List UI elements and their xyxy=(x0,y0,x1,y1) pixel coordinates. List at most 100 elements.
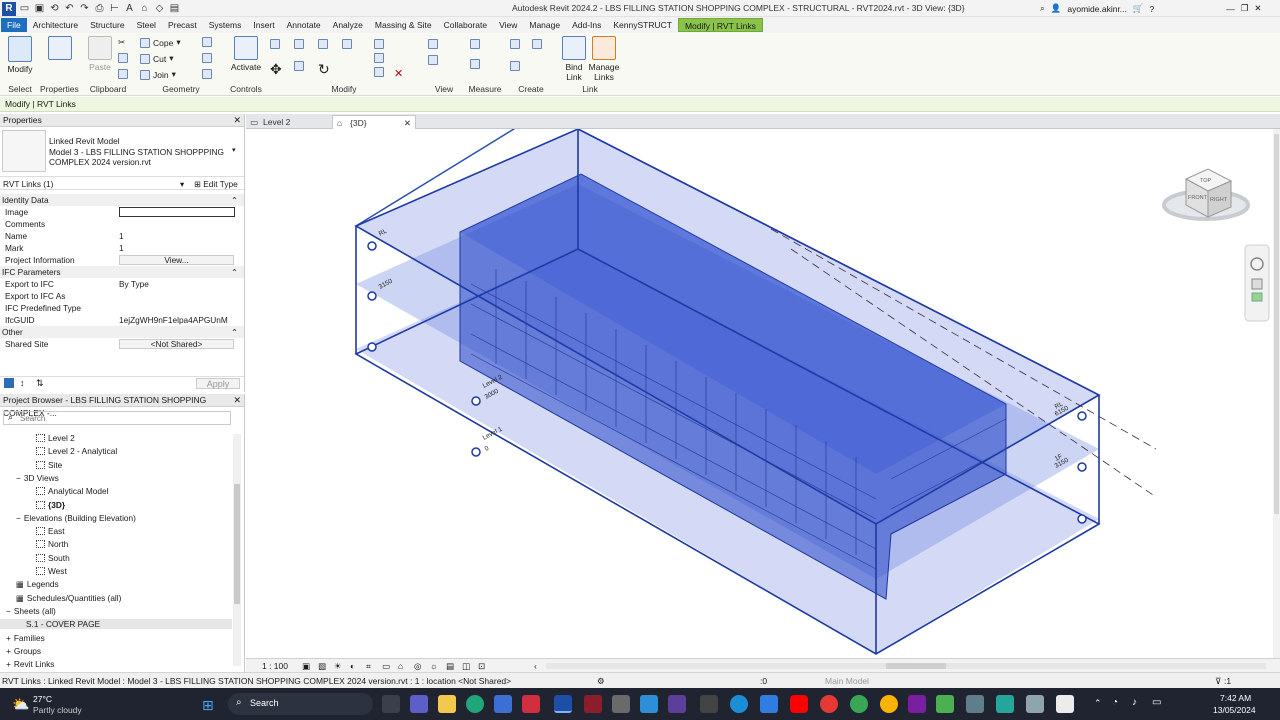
close-icon[interactable]: ✕ xyxy=(404,116,411,130)
browser-search[interactable]: ⌕ xyxy=(3,411,231,425)
chrome-icon[interactable] xyxy=(850,695,868,713)
search-icon[interactable]: ⌕ xyxy=(1040,3,1045,14)
mirror-draw-icon[interactable] xyxy=(342,39,352,49)
recorder-icon[interactable] xyxy=(820,695,838,713)
model-canvas[interactable]: RL 3150 Level 2 3000 Level 1 0 RL 6150 1… xyxy=(246,129,1273,658)
create-part-icon[interactable] xyxy=(510,39,520,49)
clock-date[interactable]: 13/05/2024 xyxy=(1213,705,1256,715)
word-icon[interactable] xyxy=(760,695,778,713)
manage-links-button[interactable]: Manage Links xyxy=(588,36,620,82)
tree-item[interactable]: − Sheets (all) xyxy=(6,606,56,616)
array-icon[interactable] xyxy=(374,53,384,63)
speaker-icon[interactable]: ♪ xyxy=(1132,697,1137,708)
tree-item[interactable]: ▦ Legends xyxy=(16,579,59,589)
close-icon[interactable]: ✕ xyxy=(1254,3,1261,14)
mail-icon[interactable] xyxy=(640,695,658,713)
move-icon[interactable]: ✥ xyxy=(270,61,282,78)
undo-icon[interactable]: ↶ xyxy=(63,2,76,15)
expand-icon[interactable]: + xyxy=(6,633,11,643)
bind-link-button[interactable]: Bind Link xyxy=(560,36,588,82)
collapse-icon[interactable]: − xyxy=(6,606,11,616)
app-3-icon[interactable] xyxy=(936,695,954,713)
dimension-icon[interactable] xyxy=(470,59,480,69)
crop-icon[interactable]: ⌗ xyxy=(366,661,371,672)
teams-icon[interactable] xyxy=(410,695,428,713)
cut-tool-icon[interactable]: ✂ xyxy=(118,37,125,48)
geometry-tool-3[interactable] xyxy=(202,69,212,79)
sort-az-icon[interactable]: ↕ xyxy=(20,378,25,388)
wifi-icon[interactable]: ◔ xyxy=(1112,697,1118,708)
app-icon[interactable] xyxy=(612,695,630,713)
taskbar-search[interactable]: ⌕ Search xyxy=(228,693,373,715)
edge-2-icon[interactable] xyxy=(730,695,748,713)
tree-item[interactable]: East xyxy=(36,526,65,536)
minimize-icon[interactable]: — xyxy=(1226,4,1235,14)
browser-search-input[interactable] xyxy=(20,413,220,423)
acrobat-icon[interactable] xyxy=(522,695,540,713)
tree-item[interactable]: S.1 - COVER PAGE xyxy=(0,619,232,630)
battery-icon[interactable]: ▭ xyxy=(1152,697,1161,708)
property-button[interactable]: <Not Shared> xyxy=(119,339,234,349)
tree-item[interactable]: Analytical Model xyxy=(36,486,108,496)
sync-icon[interactable]: ⟲ xyxy=(48,2,61,15)
lock-view-icon[interactable]: ⌂ xyxy=(398,661,403,671)
viewcube-front[interactable]: FRONT xyxy=(1188,195,1208,201)
switch-windows-icon[interactable]: ▤ xyxy=(168,2,181,15)
revit-app-icon[interactable] xyxy=(554,695,572,713)
modify-button[interactable]: Modify xyxy=(4,36,36,74)
app-2-icon[interactable] xyxy=(908,695,926,713)
tree-item[interactable]: South xyxy=(36,553,70,563)
store-icon[interactable] xyxy=(494,695,512,713)
tree-item[interactable]: North xyxy=(36,539,68,549)
copy-tool-icon[interactable] xyxy=(118,53,128,63)
align-icon[interactable] xyxy=(270,39,280,49)
tree-item[interactable]: West xyxy=(36,566,67,576)
create-assembly-icon[interactable] xyxy=(510,61,520,71)
instance-selector[interactable]: RVT Links (1) xyxy=(3,177,53,191)
worksharing-icon[interactable]: ⚙ xyxy=(597,673,605,689)
onenote-icon[interactable] xyxy=(668,695,686,713)
copy-icon[interactable] xyxy=(294,61,304,71)
tree-item[interactable]: {3D} xyxy=(36,500,65,510)
redo-icon[interactable]: ↷ xyxy=(78,2,91,15)
3d-viewport[interactable]: RL 3150 Level 2 3000 Level 1 0 RL 6150 1… xyxy=(246,129,1273,658)
edge-icon[interactable] xyxy=(466,695,484,713)
tree-item[interactable]: Level 2 xyxy=(36,433,75,443)
ribbon-tab-massing-site[interactable]: Massing & Site xyxy=(369,18,438,32)
hide-isolate-icon[interactable]: ◎ xyxy=(414,661,421,672)
collapse-icon[interactable]: ⌃ xyxy=(231,266,238,278)
ribbon-tab-kennystruct[interactable]: KennySTRUCT xyxy=(607,18,678,32)
close-icon[interactable]: ✕ xyxy=(233,394,241,407)
ribbon-tab-file[interactable]: File xyxy=(1,18,27,32)
view-cube[interactable]: TOP FRONT RIGHT xyxy=(1162,168,1250,221)
join-button[interactable]: Join ▾ xyxy=(140,69,176,80)
chevron-down-icon[interactable]: ▾ xyxy=(180,177,184,191)
offset-icon[interactable] xyxy=(294,39,304,49)
scale-icon[interactable] xyxy=(374,67,384,77)
type-selector[interactable]: Linked Revit Model Model 3 - LBS FILLING… xyxy=(49,136,224,168)
revit-logo[interactable]: R xyxy=(2,1,16,16)
tree-item[interactable]: + Families xyxy=(6,633,45,643)
user-icon[interactable]: 👤 xyxy=(1051,3,1062,14)
zoom-icon[interactable] xyxy=(1251,278,1263,290)
constraints-icon[interactable]: ⊡ xyxy=(478,661,485,672)
properties-sort-icon[interactable] xyxy=(4,378,14,388)
geometry-tool-2[interactable] xyxy=(202,53,212,63)
expand-icon[interactable]: + xyxy=(6,659,11,669)
measure-icon[interactable]: ⊢ xyxy=(108,2,121,15)
weather-icon[interactable]: ⛅ xyxy=(12,696,29,713)
view-tab[interactable]: ▭ Level 2 xyxy=(246,115,330,129)
ribbon-tab-structure[interactable]: Structure xyxy=(84,18,131,32)
view-tab[interactable]: ⌂ {3D} ✕ xyxy=(332,115,416,129)
navigation-bar[interactable] xyxy=(1244,244,1270,322)
shadows-icon[interactable]: ◐ xyxy=(350,661,355,671)
property-value[interactable]: 1 xyxy=(119,242,124,254)
property-value[interactable]: By Type xyxy=(119,278,149,290)
match-icon[interactable] xyxy=(118,69,128,79)
collapse-icon[interactable]: ⌃ xyxy=(231,194,238,206)
select-group-label[interactable]: Select xyxy=(2,84,38,94)
collapse-icon[interactable]: − xyxy=(16,473,21,483)
ribbon-tab-collaborate[interactable]: Collaborate xyxy=(438,18,493,32)
property-value[interactable]: 1ejZgWH9nF1elpa4APGUnM xyxy=(119,314,228,326)
paste-button[interactable]: Paste xyxy=(84,36,116,72)
